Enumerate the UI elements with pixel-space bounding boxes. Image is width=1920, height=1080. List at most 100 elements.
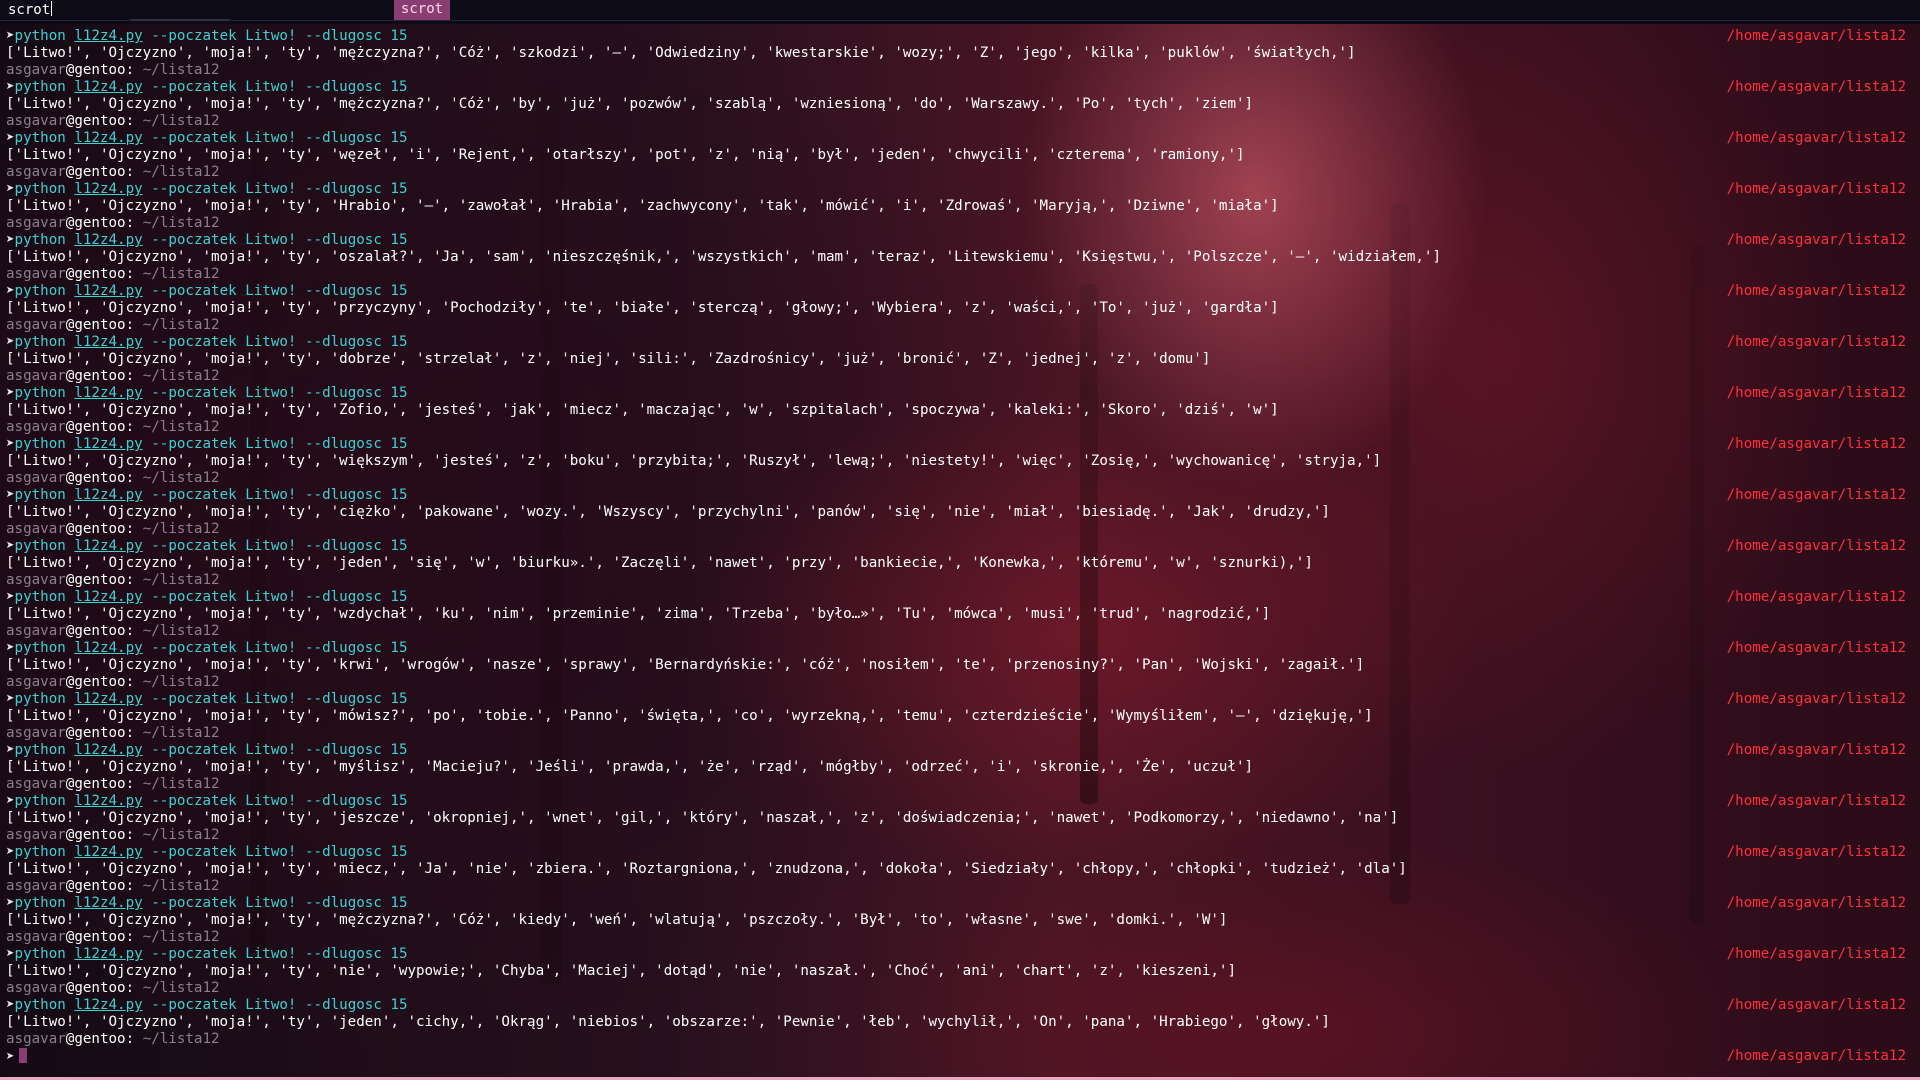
command-args: --poczatek Litwo! --dlugosc 15	[151, 436, 408, 452]
prompt-cwd: ~/lista12	[142, 878, 220, 894]
prompt-host: @gentoo:	[65, 266, 135, 282]
output-text: ['Litwo!', 'Ojczyzno', 'moja!', 'ty', 'm…	[6, 861, 1407, 877]
prompt-cwd: ~/lista12	[142, 266, 220, 282]
launcher-search-input[interactable]: scrot	[8, 1, 53, 19]
prompt-cwd: ~/lista12	[142, 164, 220, 180]
command-name: python	[14, 283, 66, 299]
prompt-host: @gentoo:	[65, 368, 135, 384]
prompt-line: asgavar@gentoo: ~/lista12	[6, 419, 1906, 436]
prompt-arrow-icon: ➤	[6, 28, 15, 44]
right-prompt-path: /home/asgavar/lista12	[1726, 997, 1906, 1013]
command-name: python	[14, 181, 66, 197]
right-prompt-path: /home/asgavar/lista12	[1726, 844, 1906, 860]
prompt-line: asgavar@gentoo: ~/lista12	[6, 725, 1906, 742]
output-text: ['Litwo!', 'Ojczyzno', 'moja!', 'ty', 'Z…	[6, 402, 1279, 418]
command-line: ➤python l12z4.py --poczatek Litwo! --dlu…	[6, 385, 1906, 402]
command-output: ['Litwo!', 'Ojczyzno', 'moja!', 'ty', 'c…	[6, 504, 1906, 521]
command-args: --poczatek Litwo! --dlugosc 15	[151, 691, 408, 707]
output-text: ['Litwo!', 'Ojczyzno', 'moja!', 'ty', 'j…	[6, 1014, 1330, 1030]
command-name: python	[14, 895, 66, 911]
output-text: ['Litwo!', 'Ojczyzno', 'moja!', 'ty', 'j…	[6, 810, 1399, 826]
prompt-cwd: ~/lista12	[142, 521, 220, 537]
command-line: ➤python l12z4.py --poczatek Litwo! --dlu…	[6, 130, 1906, 147]
right-prompt-path: /home/asgavar/lista12	[1726, 793, 1906, 809]
prompt-arrow-icon: ➤	[6, 436, 15, 452]
prompt-arrow-icon: ➤	[6, 334, 15, 350]
command-args: --poczatek Litwo! --dlugosc 15	[151, 742, 408, 758]
script-link: l12z4.py	[74, 742, 143, 758]
script-link: l12z4.py	[74, 28, 143, 44]
command-name: python	[14, 640, 66, 656]
command-output: ['Litwo!', 'Ojczyzno', 'moja!', 'ty', 'w…	[6, 453, 1906, 470]
command-output: ['Litwo!', 'Ojczyzno', 'moja!', 'ty', 'w…	[6, 606, 1906, 623]
terminal-cursor[interactable]	[18, 1048, 27, 1063]
right-prompt-path: /home/asgavar/lista12	[1726, 385, 1906, 401]
script-link: l12z4.py	[74, 436, 143, 452]
launcher-divider	[130, 19, 230, 21]
prompt-host: @gentoo:	[65, 725, 135, 741]
prompt-host: @gentoo:	[65, 419, 135, 435]
command-args: --poczatek Litwo! --dlugosc 15	[151, 487, 408, 503]
command-args: --poczatek Litwo! --dlugosc 15	[151, 79, 408, 95]
prompt-user: asgavar	[6, 62, 66, 78]
prompt-host: @gentoo:	[65, 980, 135, 996]
launcher-bar: scrot scrot	[0, 0, 1920, 21]
command-output: ['Litwo!', 'Ojczyzno', 'moja!', 'ty', 'm…	[6, 759, 1906, 776]
command-line: ➤python l12z4.py --poczatek Litwo! --dlu…	[6, 28, 1906, 45]
script-link: l12z4.py	[74, 283, 143, 299]
command-output: ['Litwo!', 'Ojczyzno', 'moja!', 'ty', 'm…	[6, 96, 1906, 113]
command-output: ['Litwo!', 'Ojczyzno', 'moja!', 'ty', 'j…	[6, 810, 1906, 827]
right-prompt-path: /home/asgavar/lista12	[1726, 691, 1906, 707]
prompt-user: asgavar	[6, 215, 66, 231]
command-line: ➤python l12z4.py --poczatek Litwo! --dlu…	[6, 997, 1906, 1014]
command-name: python	[14, 946, 66, 962]
script-link: l12z4.py	[74, 181, 143, 197]
command-output: ['Litwo!', 'Ojczyzno', 'moja!', 'ty', 'd…	[6, 351, 1906, 368]
text-caret	[51, 1, 53, 16]
script-link: l12z4.py	[74, 538, 143, 554]
prompt-user: asgavar	[6, 980, 66, 996]
prompt-arrow-icon: ➤	[6, 589, 15, 605]
script-link: l12z4.py	[74, 130, 143, 146]
output-text: ['Litwo!', 'Ojczyzno', 'moja!', 'ty', 'm…	[6, 708, 1373, 724]
prompt-user: asgavar	[6, 419, 66, 435]
right-prompt-path: /home/asgavar/lista12	[1726, 79, 1906, 95]
command-args: --poczatek Litwo! --dlugosc 15	[151, 334, 408, 350]
command-line: ➤python l12z4.py --poczatek Litwo! --dlu…	[6, 181, 1906, 198]
prompt-cwd: ~/lista12	[142, 62, 220, 78]
command-line: ➤python l12z4.py --poczatek Litwo! --dlu…	[6, 79, 1906, 96]
prompt-host: @gentoo:	[65, 572, 135, 588]
output-text: ['Litwo!', 'Ojczyzno', 'moja!', 'ty', 'm…	[6, 45, 1356, 61]
prompt-host: @gentoo:	[65, 521, 135, 537]
prompt-arrow-icon: ➤	[6, 1049, 15, 1065]
script-link: l12z4.py	[74, 487, 143, 503]
prompt-cwd: ~/lista12	[142, 827, 220, 843]
command-name: python	[14, 538, 66, 554]
command-name: python	[14, 589, 66, 605]
prompt-cwd: ~/lista12	[142, 623, 220, 639]
command-args: --poczatek Litwo! --dlugosc 15	[151, 385, 408, 401]
command-line: ➤python l12z4.py --poczatek Litwo! --dlu…	[6, 436, 1906, 453]
command-name: python	[14, 436, 66, 452]
prompt-cwd: ~/lista12	[142, 215, 220, 231]
output-text: ['Litwo!', 'Ojczyzno', 'moja!', 'ty', 'c…	[6, 504, 1330, 520]
prompt-arrow-icon: ➤	[6, 895, 15, 911]
command-name: python	[14, 79, 66, 95]
right-prompt-path: /home/asgavar/lista12	[1726, 436, 1906, 452]
output-text: ['Litwo!', 'Ojczyzno', 'moja!', 'ty', 'm…	[6, 912, 1228, 928]
launcher-result-selected[interactable]: scrot	[394, 0, 450, 20]
command-name: python	[14, 691, 66, 707]
output-text: ['Litwo!', 'Ojczyzno', 'moja!', 'ty', 'w…	[6, 147, 1245, 163]
prompt-cwd: ~/lista12	[142, 725, 220, 741]
output-text: ['Litwo!', 'Ojczyzno', 'moja!', 'ty', 'k…	[6, 657, 1365, 673]
command-line: ➤python l12z4.py --poczatek Litwo! --dlu…	[6, 844, 1906, 861]
prompt-arrow-icon: ➤	[6, 385, 15, 401]
output-text: ['Litwo!', 'Ojczyzno', 'moja!', 'ty', 'p…	[6, 300, 1279, 316]
prompt-user: asgavar	[6, 521, 66, 537]
output-text: ['Litwo!', 'Ojczyzno', 'moja!', 'ty', 'j…	[6, 555, 1313, 571]
prompt-line: asgavar@gentoo: ~/lista12	[6, 827, 1906, 844]
script-link: l12z4.py	[74, 946, 143, 962]
prompt-host: @gentoo:	[65, 317, 135, 333]
command-args: --poczatek Litwo! --dlugosc 15	[151, 538, 408, 554]
command-line: ➤python l12z4.py --poczatek Litwo! --dlu…	[6, 691, 1906, 708]
